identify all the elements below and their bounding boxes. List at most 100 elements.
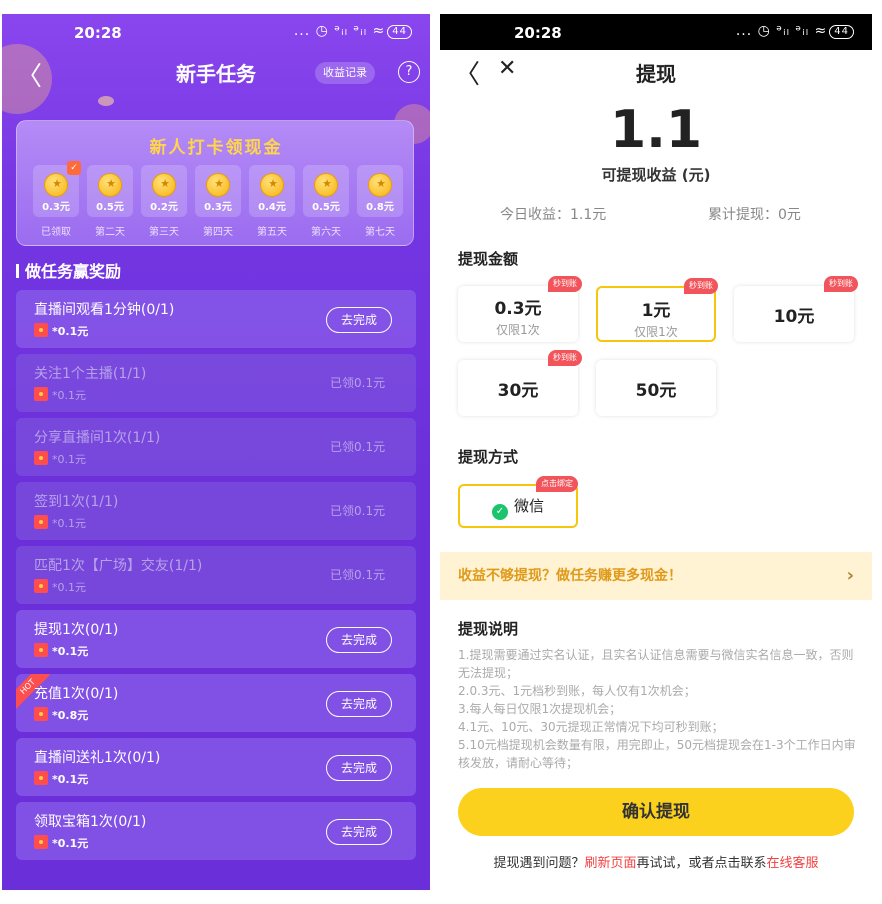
red-packet-icon [34,771,48,785]
amount-option[interactable]: 1元 仅限1次 秒到账 [596,278,718,342]
checkin-day-box: 0.8元 [357,165,403,217]
red-packet-icon [34,579,48,593]
earnings-record-button[interactable]: 收益记录 [315,62,375,84]
task-reward: *0.1元 [34,451,86,467]
section-title: 做任务赢奖励 [16,258,121,282]
note-line: 3.每人每日仅限1次提现机会； [458,702,622,716]
red-packet-icon [34,707,48,721]
screenshot-root: 20:28 ... ◷ ᵊᵢₗ ᵊᵢₗ ≈44 〈 新手任务 收益记录 ? 新人… [0,0,882,904]
task-row: 提现1次(0/1) *0.1元 去完成 [16,610,416,668]
withdraw-notes: 1.提现需要通过实名认证，且实名认证信息需要与微信实名信息一致，否则无法提现； 2… [458,646,856,770]
task-row: 签到1次(1/1) *0.1元 已领0.1元 [16,482,416,540]
task-claimed-status: 已领0.1元 [330,440,386,454]
task-reward-value: *0.8元 [52,709,89,722]
checkin-day-box: 0.5元 [303,165,349,217]
amount-section-title: 提现金额 [458,250,519,268]
online-service-link[interactable]: 在线客服 [767,856,819,871]
amount-value: 30元 [497,381,539,401]
refresh-page-link[interactable]: 刷新页面 [584,856,636,871]
task-name: 分享直播间1次(1/1) [34,430,161,446]
checkin-day[interactable]: 0.8元第七天 [357,165,403,238]
amount-limit: 仅限1次 [634,325,678,339]
amount-option[interactable]: 50元 [596,360,716,416]
checkin-day-label: 第三天 [149,227,179,238]
task-name: 直播间送礼1次(0/1) [34,750,161,766]
status-time: 20:28 [74,24,122,42]
checkin-day-label: 第七天 [365,227,395,238]
task-claimed-status: 已领0.1元 [330,504,386,518]
help-icon[interactable]: ? [398,61,420,83]
task-row: 直播间观看1分钟(0/1) *0.1元 去完成 [16,290,416,348]
checkin-day-label: 第六天 [311,227,341,238]
withdraw-screen: 20:28 ... ◷ ᵊᵢₗ ᵊᵢₗ ≈44 〈 ✕ 提现 1.1 可提现收益… [440,14,872,890]
checkin-day[interactable]: 0.5元第六天 [303,165,349,238]
note-line: 5.10元档提现机会数量有限，用完即止，50元档提现会在1-3个工作日内审核发放… [458,738,856,770]
task-reward-value: *0.1元 [52,773,89,786]
wechat-method-button[interactable]: ✓ 微信 点击绑定 [458,476,578,528]
task-reward: *0.1元 [34,643,88,659]
task-go-button[interactable]: 去完成 [326,755,392,781]
signal-icon: ... ◷ ᵊᵢₗ ᵊᵢₗ ≈ [735,23,828,39]
status-time: 20:28 [514,24,562,42]
check-icon: ✓ [67,161,81,175]
today-earnings: 今日收益：1.1元 [500,207,607,223]
balance-label: 可提现收益 (元) [601,166,711,184]
coin-icon [368,173,393,197]
checkin-amount: 0.4元 [258,202,286,213]
amount-value: 10元 [773,307,815,327]
checkin-amount: 0.5元 [312,202,340,213]
banner-text: 收益不够提现？做任务赚更多现金！ [458,568,682,584]
coin-icon [44,173,69,197]
task-go-button[interactable]: 去完成 [326,627,392,653]
amount-value: 0.3元 [494,299,542,319]
amount-option[interactable]: 10元 秒到账 [734,276,858,342]
decor-bubble [98,96,114,106]
help-line: 提现遇到问题？刷新页面再试试，或者点击联系在线客服 [440,852,872,871]
coin-icon [206,173,231,197]
task-go-button[interactable]: 去完成 [326,691,392,717]
signal-icon: ... ◷ ᵊᵢₗ ᵊᵢₗ ≈ [293,23,386,39]
checkin-day[interactable]: ✓ 0.3元已领取 [33,161,81,238]
checkin-day[interactable]: 0.3元第四天 [195,165,241,238]
checkin-day[interactable]: 0.4元第五天 [249,165,295,238]
page-title: 提现 [636,62,676,86]
confirm-withdraw-button[interactable]: 确认提现 [458,788,854,836]
checkin-day-box: 0.2元 [141,165,187,217]
task-row: 直播间送礼1次(0/1) *0.1元 去完成 [16,738,416,796]
status-icons: ... ◷ ᵊᵢₗ ᵊᵢₗ ≈44 [736,23,854,39]
checkin-day[interactable]: 0.5元第二天 [87,165,133,238]
checkin-day-box: 0.4元 [249,165,295,217]
task-name: 匹配1次【广场】交友(1/1) [34,558,203,574]
balance-value: 1.1 [609,100,703,160]
earn-more-banner[interactable]: 收益不够提现？做任务赚更多现金！ › [440,552,872,600]
wechat-label: 微信 [513,497,544,515]
task-reward: *0.1元 [34,323,88,339]
red-packet-icon [34,643,48,657]
checkin-day[interactable]: 0.2元第三天 [141,165,187,238]
checkin-amount: 0.8元 [366,202,394,213]
task-reward: *0.1元 [34,579,86,595]
task-reward-value: *0.1元 [52,581,86,594]
task-reward: *0.8元 [34,707,88,723]
task-reward-value: *0.1元 [52,389,86,402]
red-packet-icon [34,323,48,337]
coin-icon [152,173,177,197]
task-reward: *0.1元 [34,387,86,403]
task-reward-value: *0.1元 [52,517,86,530]
status-icons: ... ◷ ᵊᵢₗ ᵊᵢₗ ≈44 [294,23,412,39]
task-row: 匹配1次【广场】交友(1/1) *0.1元 已领0.1元 [16,546,416,604]
amount-option[interactable]: 0.3元 仅限1次 秒到账 [458,276,582,342]
checkin-amount: 0.5元 [96,202,124,213]
task-name: 领取宝箱1次(0/1) [34,814,147,830]
battery-icon: 44 [387,25,412,39]
task-row: 关注1个主播(1/1) *0.1元 已领0.1元 [16,354,416,412]
task-go-button[interactable]: 去完成 [326,819,392,845]
amount-option[interactable]: 30元 秒到账 [458,350,582,416]
task-reward: *0.1元 [34,515,86,531]
task-row: HOT 充值1次(0/1) *0.8元 去完成 [16,674,416,732]
method-section-title: 提现方式 [458,448,519,466]
total-withdrawn: 累计提现：0元 [708,207,801,223]
note-line: 1.提现需要通过实名认证，且实名认证信息需要与微信实名信息一致，否则无法提现； [458,648,854,680]
checkin-amount: 0.3元 [42,202,70,213]
task-go-button[interactable]: 去完成 [326,307,392,333]
